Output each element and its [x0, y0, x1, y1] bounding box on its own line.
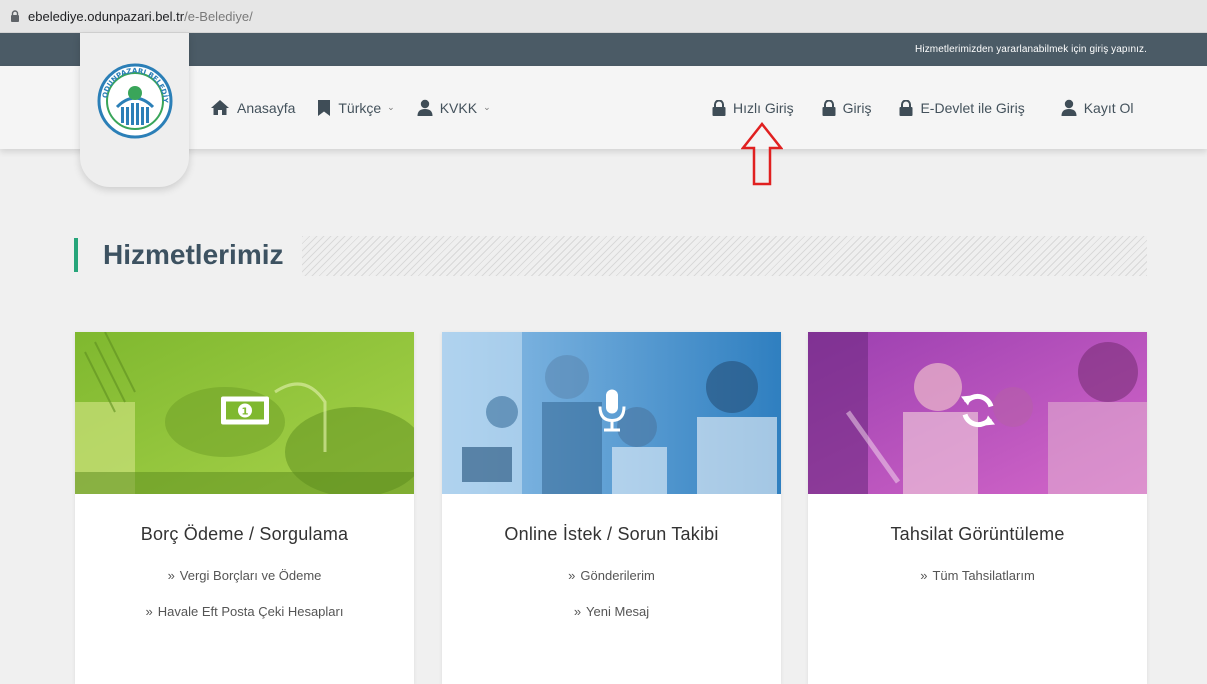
service-card-collections[interactable]: Tahsilat Görüntüleme » Tüm Tahsilatlarım — [808, 332, 1147, 684]
nav-quick-login-label: Hızlı Giriş — [733, 99, 794, 116]
nav-kvkk[interactable]: KVKK ⌄ — [417, 99, 491, 116]
card-link-label: Vergi Borçları ve Ödeme — [179, 568, 322, 583]
double-chevron-right-icon: » — [568, 568, 576, 583]
microphone-icon — [597, 389, 627, 438]
nav-edevlet-login[interactable]: E-Devlet ile Giriş — [899, 99, 1025, 116]
nav-quick-login[interactable]: Hızlı Giriş — [712, 99, 794, 116]
login-notice: Hizmetlerimizden yararlanabilmek için gi… — [915, 44, 1147, 55]
lock-icon — [822, 99, 836, 116]
red-up-arrow-icon — [741, 122, 783, 186]
lock-icon — [899, 99, 913, 116]
card-link[interactable]: » Yeni Mesaj — [442, 604, 781, 640]
double-chevron-right-icon: » — [573, 604, 582, 619]
card-link-label: Yeni Mesaj — [586, 604, 650, 619]
nav-login[interactable]: Giriş — [822, 99, 872, 116]
nav-register[interactable]: Kayıt Ol — [1061, 99, 1134, 116]
user-icon — [417, 99, 433, 116]
lock-icon — [712, 99, 726, 116]
bookmark-icon — [317, 99, 331, 117]
url-host: ebelediye.odunpazari.bel.tr — [28, 8, 185, 24]
svg-text:1: 1 — [241, 407, 248, 418]
card-title: Online İstek / Sorun Takibi — [504, 524, 719, 544]
section-title: Hizmetlerimiz — [103, 239, 284, 270]
card-link[interactable]: » Tüm Tahsilatlarım — [808, 568, 1147, 604]
chevron-down-icon: ⌄ — [387, 102, 395, 112]
card-link[interactable]: » Gönderilerim — [442, 568, 781, 604]
card-links: » Vergi Borçları ve Ödeme » Havale Eft Pos… — [75, 568, 414, 640]
nav-home-label: Anasayfa — [237, 99, 296, 116]
nav-kvkk-label: KVKK — [439, 99, 478, 116]
nav-language[interactable]: Türkçe ⌄ — [317, 99, 395, 117]
double-chevron-right-icon: » — [920, 568, 928, 583]
section-accent-bar — [74, 238, 78, 272]
card-link-label: Havale Eft Posta Çeki Hesapları — [157, 604, 344, 619]
nav-home[interactable]: Anasayfa — [210, 99, 295, 116]
section-hatch-divider — [302, 236, 1147, 276]
double-chevron-right-icon: » — [145, 604, 153, 619]
home-icon — [210, 99, 230, 116]
card-title: Borç Ödeme / Sorgulama — [140, 524, 349, 544]
logo-tab[interactable]: ODUNPAZARI BELEDİYESİ — [80, 33, 189, 187]
card-link-label: Tüm Tahsilatlarım — [932, 568, 1035, 583]
nav-login-label: Giriş — [842, 99, 872, 116]
url-path: /e-Belediye/ — [184, 8, 253, 24]
card-link[interactable]: » Vergi Borçları ve Ödeme — [75, 568, 414, 604]
services-section-header: Hizmetlerimiz — [74, 234, 1147, 276]
browser-url-bar[interactable]: ebelediye.odunpazari.bel.tr/e-Belediye/ — [0, 0, 1207, 33]
service-card-requests[interactable]: Online İstek / Sorun Takibi » Gönderileri… — [442, 332, 781, 684]
double-chevron-right-icon: » — [167, 568, 175, 583]
card-link-label: Gönderilerim — [580, 568, 655, 583]
nav-language-label: Türkçe — [338, 99, 382, 116]
card-title: Tahsilat Görüntüleme — [890, 524, 1065, 544]
card-image: 1 — [75, 332, 414, 494]
nav-register-label: Kayıt Ol — [1083, 99, 1134, 116]
card-links: » Gönderilerim » Yeni Mesaj — [442, 568, 781, 640]
municipality-logo: ODUNPAZARI BELEDİYESİ — [97, 63, 172, 139]
money-bill-icon: 1 — [220, 396, 270, 431]
card-link[interactable]: » Havale Eft Posta Çeki Hesapları — [75, 604, 414, 640]
nav-edevlet-label: E-Devlet ile Giriş — [920, 99, 1025, 116]
chevron-down-icon: ⌄ — [483, 102, 491, 112]
refresh-icon — [958, 391, 998, 436]
user-icon — [1061, 99, 1077, 116]
service-card-debt[interactable]: 1 Borç Ödeme / Sorgulama » Vergi Borçları… — [75, 332, 414, 684]
card-links: » Tüm Tahsilatlarım — [808, 568, 1147, 604]
lock-icon — [10, 10, 20, 22]
card-image — [442, 332, 781, 494]
nav-left: Anasayfa Türkçe ⌄ KVKK ⌄ — [210, 66, 491, 149]
card-image — [808, 332, 1147, 494]
